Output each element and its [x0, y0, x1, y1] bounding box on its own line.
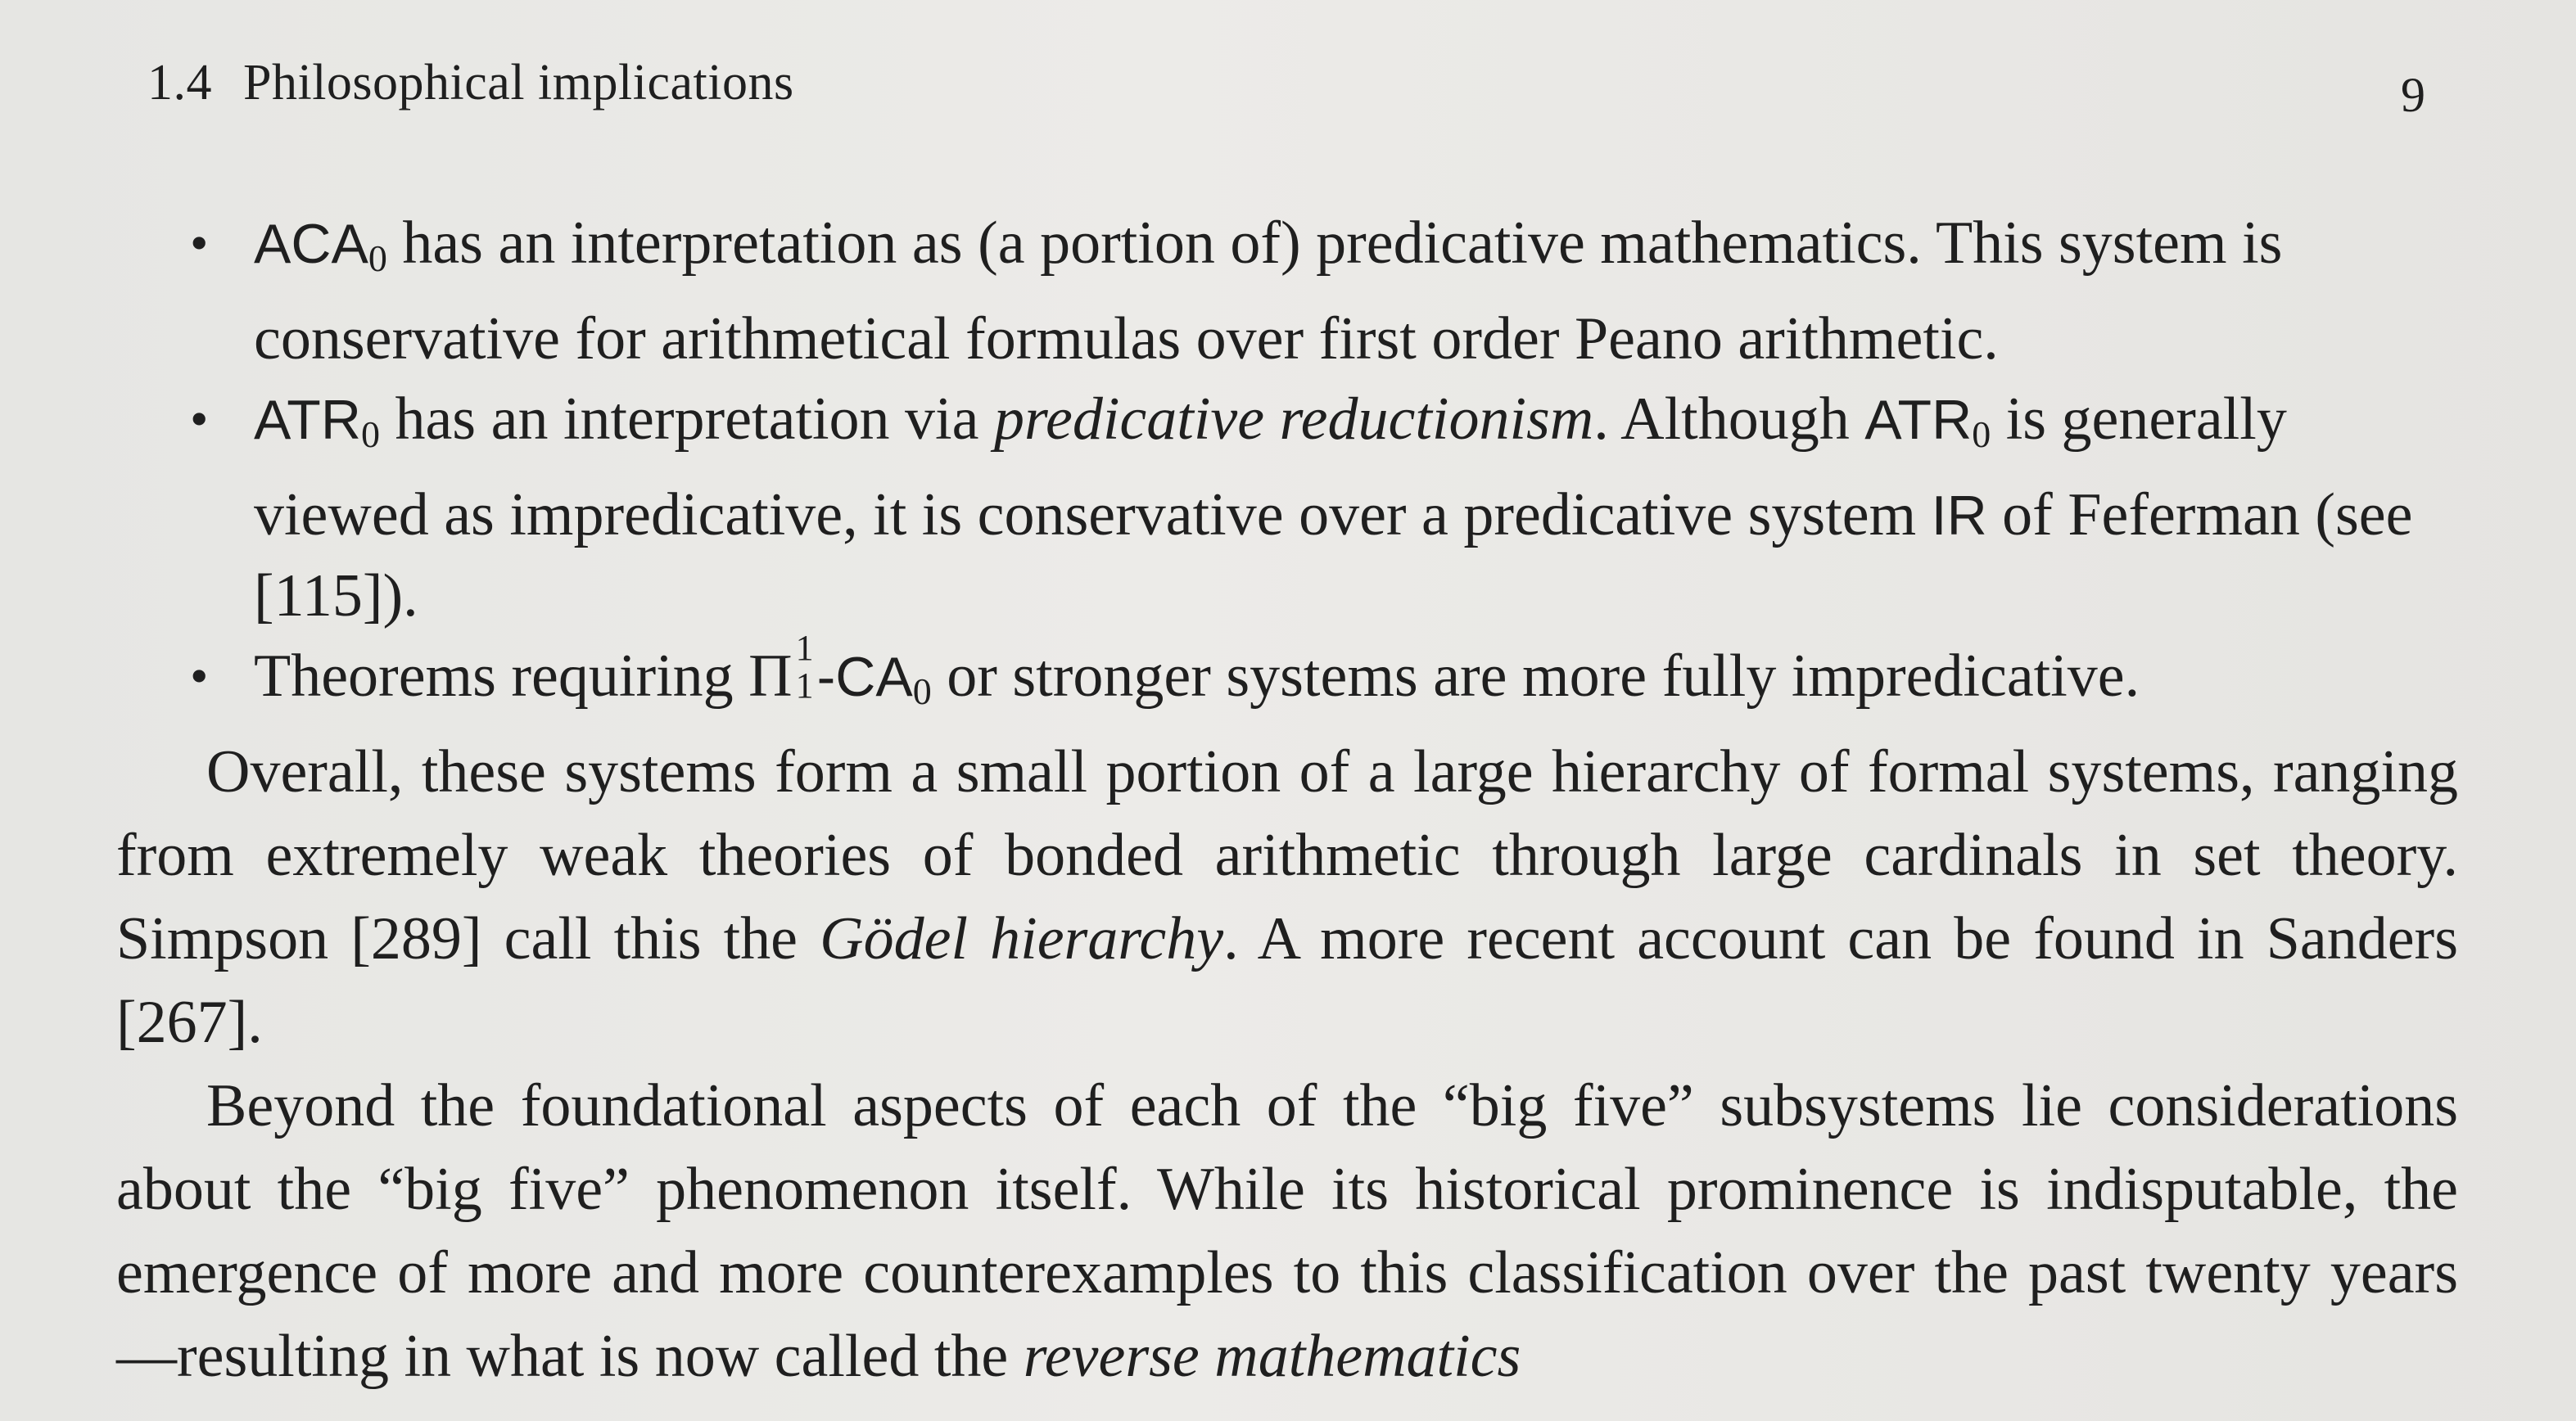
subscript: 1	[795, 665, 814, 706]
subscript: 0	[1972, 413, 1991, 455]
subscript: 0	[912, 670, 932, 712]
subscript: 0	[360, 413, 380, 455]
system-name: ATR	[254, 389, 361, 451]
bullet-item-aca0: • ACA0 has an interpretation as (a porti…	[131, 203, 2456, 379]
section-number: 1.4	[147, 55, 212, 111]
system-name: ACA	[254, 213, 368, 275]
bullet-list: • ACA0 has an interpretation as (a porti…	[131, 203, 2456, 732]
book-page: 1.4 Philosophical implications 9 • ACA0 …	[0, 0, 2576, 1421]
bullet-text: has an interpretation as (a portion of) …	[254, 210, 2283, 372]
bullet-text: or stronger systems are more fully impre…	[931, 643, 2140, 710]
italic-term: Gödel hierarchy	[820, 905, 1224, 972]
paragraph-beyond: Beyond the foundational aspects of each …	[116, 1064, 2458, 1398]
bullet-text: Theorems requiring	[254, 643, 749, 710]
bullet-icon: •	[190, 647, 209, 705]
subscript: 0	[368, 237, 387, 279]
bullet-item-atr0: • ATR0 has an interpretation via predica…	[131, 379, 2456, 636]
italic-term: reverse mathematics	[1023, 1323, 1521, 1390]
system-name: -CA	[816, 646, 913, 708]
paragraph-overall: Overall, these systems form a small port…	[116, 730, 2458, 1064]
pi-symbol: Π	[748, 643, 793, 710]
bullet-icon: •	[190, 390, 209, 448]
bullet-icon: •	[190, 214, 209, 272]
superscript: 1	[795, 628, 814, 668]
running-head: 1.4 Philosophical implications	[147, 54, 794, 112]
italic-term: predicative reductionism	[993, 386, 1594, 453]
bullet-text: . Although	[1593, 386, 1865, 453]
bullet-text: has an interpretation via	[379, 386, 994, 453]
section-title: Philosophical implications	[243, 55, 794, 111]
system-name: ATR	[1864, 389, 1973, 451]
pi-indices: 11	[793, 630, 817, 704]
system-name: IR	[1931, 485, 1987, 547]
bullet-item-pi11: • Theorems requiring Π 1 1 -CA0 or stronger…	[131, 630, 2456, 732]
page-number: 9	[2401, 68, 2425, 122]
